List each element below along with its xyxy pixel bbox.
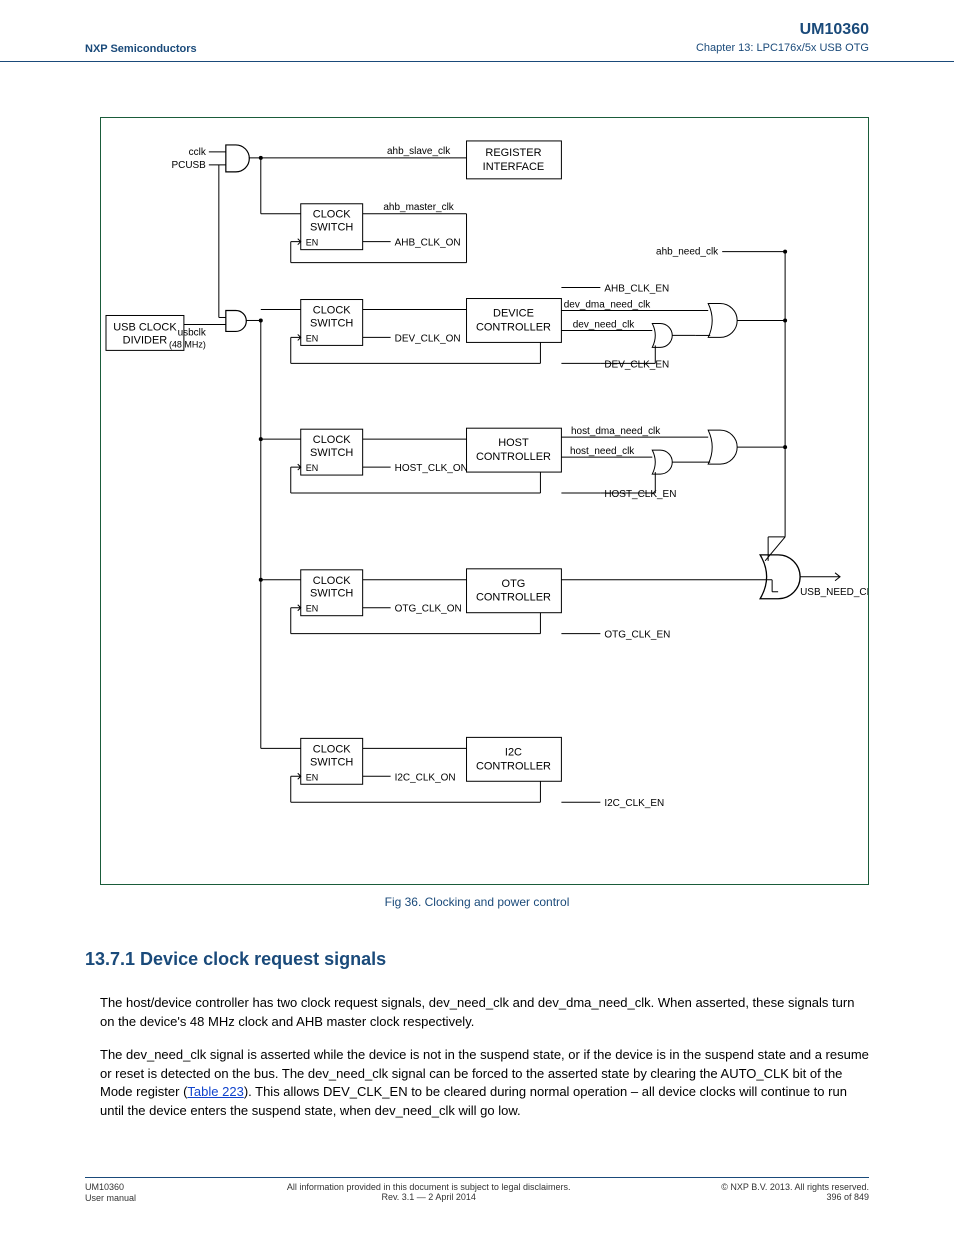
svg-text:SWITCH: SWITCH	[310, 222, 353, 234]
svg-text:HOST: HOST	[498, 437, 529, 449]
label-otg-clk-en: OTG_CLK_EN	[604, 630, 670, 641]
footer-page: 396 of 849	[721, 1192, 869, 1202]
footer-rights: All information provided in this documen…	[287, 1182, 571, 1192]
clock-diagram-svg: cclk PCUSB ahb_slave_clk REGISTER INTERF…	[101, 118, 868, 884]
svg-text:CLOCK: CLOCK	[313, 575, 351, 587]
paragraph-2: The dev_need_clk signal is asserted whil…	[100, 1046, 869, 1121]
footer-copyright: © NXP B.V. 2013. All rights reserved.	[721, 1182, 869, 1192]
page-header: NXP Semiconductors UM10360 Chapter 13: L…	[0, 0, 954, 62]
svg-text:CLOCK: CLOCK	[313, 209, 351, 221]
footer-right: © NXP B.V. 2013. All rights reserved. 39…	[721, 1182, 869, 1205]
svg-text:SWITCH: SWITCH	[310, 588, 353, 600]
svg-text:CLOCK: CLOCK	[313, 434, 351, 446]
svg-text:OTG: OTG	[502, 578, 526, 590]
svg-text:EN: EN	[306, 463, 318, 473]
header-company: NXP Semiconductors	[85, 43, 197, 55]
label-usbclk-freq: (48 MHz)	[169, 340, 206, 350]
label-host-clk-en: HOST_CLK_EN	[604, 489, 676, 500]
label-host-dma-need-clk: host_dma_need_clk	[571, 426, 660, 437]
footer-left: UM10360 User manual	[85, 1182, 136, 1205]
footer-rev: Rev. 3.1 — 2 April 2014	[287, 1192, 571, 1202]
svg-text:CONTROLLER: CONTROLLER	[476, 592, 551, 604]
label-usbclk: usbclk	[178, 328, 206, 339]
svg-text:SWITCH: SWITCH	[310, 318, 353, 330]
footer-doc-id: UM10360	[85, 1182, 136, 1194]
label-ahb-need-clk: ahb_need_clk	[656, 247, 718, 258]
svg-text:CLOCK: CLOCK	[313, 743, 351, 755]
body-text: The host/device controller has two clock…	[100, 994, 869, 1121]
section-heading: 13.7.1 Device clock request signals	[85, 949, 869, 970]
svg-text:EN: EN	[306, 334, 318, 344]
label-ahb-slave-clk: ahb_slave_clk	[387, 146, 450, 157]
label-i2c-clk-on: I2C_CLK_ON	[395, 772, 456, 783]
label-register-interface-2: INTERFACE	[483, 161, 545, 173]
label-usb-clock-divider-1: USB CLOCK	[113, 322, 177, 334]
link-table-223[interactable]: Table 223	[187, 1084, 243, 1099]
label-dev-clk-on: DEV_CLK_ON	[395, 334, 461, 345]
label-pcusb: PCUSB	[171, 160, 206, 171]
label-host-clk-on: HOST_CLK_ON	[395, 463, 468, 474]
label-dev-controller-2: CONTROLLER	[476, 322, 551, 334]
paragraph-1: The host/device controller has two clock…	[100, 994, 869, 1032]
label-usb-need-clk: USB_NEED_CLK	[800, 587, 868, 598]
label-usb-clock-divider-2: DIVIDER	[123, 335, 168, 347]
svg-text:SWITCH: SWITCH	[310, 447, 353, 459]
label-register-interface-1: REGISTER	[485, 147, 541, 159]
page-footer: UM10360 User manual All information prov…	[85, 1177, 869, 1205]
label-dev-dma-need-clk: dev_dma_need_clk	[564, 300, 651, 311]
svg-text:EN: EN	[306, 238, 318, 248]
svg-text:EN: EN	[306, 772, 318, 782]
figure-block-diagram: cclk PCUSB ahb_slave_clk REGISTER INTERF…	[100, 117, 869, 885]
label-ahb-clk-en: AHB_CLK_EN	[604, 284, 669, 295]
svg-text:CONTROLLER: CONTROLLER	[476, 451, 551, 463]
label-otg-clk-on: OTG_CLK_ON	[395, 604, 462, 615]
footer-user-manual: User manual	[85, 1193, 136, 1205]
label-dev-clk-en: DEV_CLK_EN	[604, 359, 669, 370]
svg-text:CONTROLLER: CONTROLLER	[476, 760, 551, 772]
svg-text:EN: EN	[306, 604, 318, 614]
label-i2c-clk-en: I2C_CLK_EN	[604, 798, 664, 809]
svg-text:I2C: I2C	[505, 746, 522, 758]
svg-text:CLOCK: CLOCK	[313, 305, 351, 317]
label-ahb-clk-on: AHB_CLK_ON	[395, 238, 461, 249]
label-ahb-master-clk: ahb_master_clk	[383, 202, 453, 213]
figure-caption: Fig 36. Clocking and power control	[0, 895, 954, 909]
label-host-need-clk: host_need_clk	[570, 446, 634, 457]
label-dev-need-clk: dev_need_clk	[573, 320, 635, 331]
svg-text:SWITCH: SWITCH	[310, 756, 353, 768]
header-doc-id: UM10360	[696, 20, 869, 41]
footer-center: All information provided in this documen…	[287, 1182, 571, 1205]
header-right: UM10360 Chapter 13: LPC176x/5x USB OTG	[696, 20, 869, 55]
label-dev-controller-1: DEVICE	[493, 308, 534, 320]
header-chapter: Chapter 13: LPC176x/5x USB OTG	[696, 41, 869, 55]
label-cclk: cclk	[189, 147, 206, 158]
